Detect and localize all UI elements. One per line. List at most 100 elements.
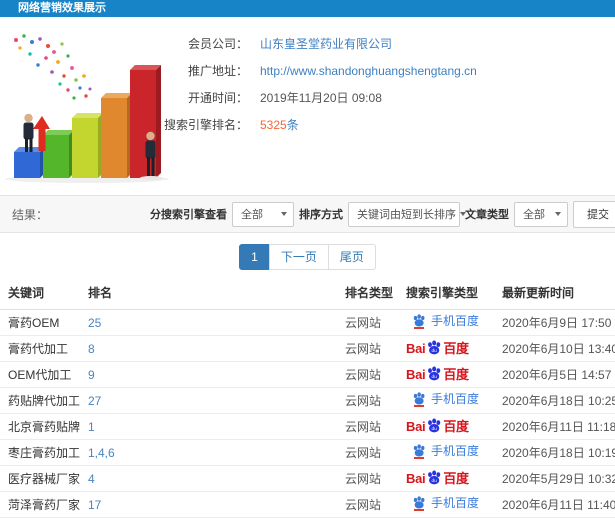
mobile-baidu-logo: 手机百度: [412, 496, 479, 511]
table-row: 枣庄膏药加工 1,4,6 云网站 手机百度 2020年6月18日 10:19: [0, 439, 615, 466]
chevron-down-icon: [281, 212, 287, 216]
updated-cell: 2020年6月5日 14:57: [494, 361, 615, 388]
table-header-row: 关键词 排名 排名类型 搜索引擎类型 最新更新时间: [0, 280, 615, 310]
baidu-paw-icon: du: [426, 418, 442, 433]
engine-cell: Bai du 百度: [398, 413, 494, 440]
engine-rank-value[interactable]: 5325条: [260, 116, 299, 133]
baidu-paw-icon: du: [426, 340, 442, 355]
article-type-label: 文章类型: [465, 209, 509, 221]
header-keyword: 关键词: [0, 280, 80, 310]
updated-cell: 2020年6月18日 10:19: [494, 439, 615, 466]
table-row: 北京膏药贴牌 1 云网站 Bai du 百度 2020年6月11日 11:18: [0, 413, 615, 440]
engine-cell: Bai du 百度: [398, 335, 494, 362]
sort-value: 关键词由短到长排序: [357, 209, 456, 221]
rank-type-cell: 云网站: [337, 335, 398, 362]
rank-type-cell: 云网站: [337, 387, 398, 414]
chevron-down-icon: [555, 212, 561, 216]
updated-cell: 2020年6月11日 11:18: [494, 413, 615, 440]
header-updated: 最新更新时间: [494, 280, 615, 310]
rank-link[interactable]: 8: [80, 335, 337, 362]
confetti-dots: [14, 34, 92, 100]
engine-rank-label: 搜索引擎排名：: [163, 118, 248, 132]
bar-chart-bars: [14, 65, 161, 178]
article-type-select[interactable]: 全部: [514, 201, 568, 227]
rank-link[interactable]: 1,4,6: [80, 439, 337, 466]
baidu-logo: Bai du 百度: [406, 418, 469, 434]
promo-url-row: 推广地址： http://www.shandonghuangshengtang.…: [162, 57, 612, 84]
baidu-paw-icon: du: [426, 366, 442, 381]
header-engine: 搜索引擎类型: [398, 280, 494, 310]
engine-filter-select[interactable]: 全部: [232, 201, 294, 227]
baidu-logo: Bai du 百度: [406, 470, 469, 486]
updated-cell: 2020年5月29日 10:32: [494, 465, 615, 492]
promo-url-link[interactable]: http://www.shandonghuangshengtang.cn: [260, 64, 477, 78]
rank-type-cell: 云网站: [337, 309, 398, 336]
mobile-baidu-logo: 手机百度: [412, 444, 479, 459]
promo-url-label: 推广地址：: [187, 64, 248, 78]
rank-link[interactable]: 27: [80, 387, 337, 414]
page-title: 网络营销效果展示: [18, 2, 106, 14]
engine-cell: Bai du 百度: [398, 361, 494, 388]
table-row: 药贴牌代加工 27 云网站 手机百度 2020年6月18日 10:25: [0, 387, 615, 414]
rank-link[interactable]: 17: [80, 491, 337, 518]
engine-cell: 手机百度: [398, 439, 494, 466]
open-time-row: 开通时间： 2019年11月20日 09:08: [162, 84, 612, 111]
pagination: 1 下一页 尾页: [0, 233, 615, 280]
rank-type-cell: 云网站: [337, 413, 398, 440]
engine-cell: Bai du 百度: [398, 465, 494, 492]
keyword-cell: 医疗器械厂家: [0, 465, 80, 492]
keyword-cell: OEM代加工: [0, 361, 80, 388]
updated-cell: 2020年6月9日 17:50: [494, 309, 615, 336]
company-row: 会员公司： 山东皇圣堂药业有限公司: [162, 30, 612, 57]
svg-text:du: du: [432, 478, 438, 484]
rank-link[interactable]: 9: [80, 361, 337, 388]
svg-text:du: du: [432, 348, 438, 354]
updated-cell: 2020年6月18日 10:25: [494, 387, 615, 414]
table-row: 医疗器械厂家 4 云网站 Bai du 百度 2020年5月29日 10:32: [0, 465, 615, 492]
svg-text:du: du: [432, 374, 438, 380]
keyword-cell: 膏药OEM: [0, 309, 80, 336]
baidu-paw-icon: du: [426, 470, 442, 485]
filter-controls: 分搜索引擎查看 全部 排序方式 关键词由短到长排序 文章类型 全部 提交: [150, 200, 615, 228]
engine-filter-label: 分搜索引擎查看: [150, 209, 227, 221]
svg-text:du: du: [432, 426, 438, 432]
keyword-cell: 膏药代加工: [0, 335, 80, 362]
growth-chart-illustration: [5, 34, 169, 183]
mobile-baidu-logo: 手机百度: [412, 392, 479, 407]
rank-link[interactable]: 25: [80, 309, 337, 336]
engine-rank-row: 搜索引擎排名： 5325条: [162, 111, 612, 138]
company-label: 会员公司：: [187, 37, 248, 51]
rank-count: 5325: [260, 118, 287, 132]
rank-link[interactable]: 4: [80, 465, 337, 492]
open-time-value: 2019年11月20日 09:08: [260, 91, 382, 105]
rank-type-cell: 云网站: [337, 465, 398, 492]
keyword-cell: 药贴牌代加工: [0, 387, 80, 414]
article-type-value: 全部: [523, 209, 545, 221]
table-row: 膏药OEM 25 云网站 手机百度 2020年6月9日 17:50: [0, 309, 615, 336]
sort-label: 排序方式: [299, 209, 343, 221]
header-rank: 排名: [80, 280, 337, 310]
keyword-cell: 枣庄膏药加工: [0, 439, 80, 466]
next-page-button[interactable]: 下一页: [268, 243, 329, 270]
result-label: 结果：: [12, 207, 49, 222]
sort-select[interactable]: 关键词由短到长排序: [348, 201, 466, 227]
baidu-logo: Bai du 百度: [406, 366, 469, 382]
page-1-button[interactable]: 1: [239, 243, 270, 270]
engine-cell: 手机百度: [398, 309, 494, 336]
header-rank-type: 排名类型: [337, 280, 398, 310]
open-time-label: 开通时间：: [187, 91, 248, 105]
table-row: OEM代加工 9 云网站 Bai du 百度 2020年6月5日 14:57: [0, 361, 615, 388]
updated-cell: 2020年6月10日 13:40: [494, 335, 615, 362]
submit-button[interactable]: 提交: [573, 200, 615, 228]
filter-bar: 结果： 分搜索引擎查看 全部 排序方式 关键词由短到长排序 文章类型 全部 提交: [0, 195, 615, 233]
rank-type-cell: 云网站: [337, 439, 398, 466]
last-page-button[interactable]: 尾页: [327, 243, 376, 270]
company-link[interactable]: 山东皇圣堂药业有限公司: [260, 35, 392, 52]
window-title-bar: 网络营销效果展示: [0, 0, 615, 17]
keyword-cell: 北京膏药贴牌: [0, 413, 80, 440]
rank-link[interactable]: 1: [80, 413, 337, 440]
engine-cell: 手机百度: [398, 387, 494, 414]
updated-cell: 2020年6月11日 11:40: [494, 491, 615, 518]
businessman-left: [23, 113, 34, 152]
baidu-paw-icon: [412, 314, 426, 329]
